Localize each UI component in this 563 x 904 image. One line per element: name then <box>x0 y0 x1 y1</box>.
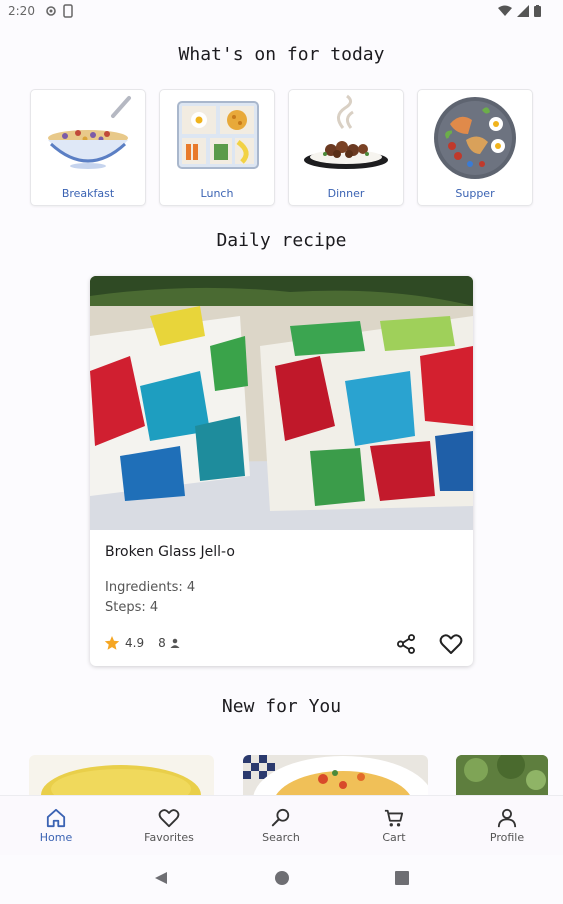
signal-icon <box>517 5 529 17</box>
recipe-image <box>90 276 473 530</box>
cart-icon <box>384 809 404 827</box>
recents-icon[interactable] <box>395 871 409 885</box>
category-label: Breakfast <box>61 187 115 200</box>
breakfast-icon <box>48 96 131 169</box>
nav-cart[interactable]: Cart <box>354 796 434 856</box>
category-label: Supper <box>455 187 495 200</box>
recipe-steps: Steps: 4 <box>105 600 159 615</box>
nav-label: Cart <box>382 831 406 844</box>
nav-label: Search <box>262 831 300 844</box>
new-recipe-image <box>41 765 201 795</box>
system-navigation-bar <box>0 855 563 900</box>
new-recipe-card[interactable] <box>29 755 214 795</box>
share-icon[interactable] <box>395 633 417 655</box>
category-list: Breakfast Lunch Dinner Supper <box>30 89 534 206</box>
heart-icon <box>158 809 180 828</box>
daily-recipe-card[interactable]: Broken Glass Jell-o Ingredients: 4 Steps… <box>90 276 473 666</box>
new-for-you-title: New for You <box>221 696 342 717</box>
category-supper[interactable]: Supper <box>417 89 533 206</box>
person-icon <box>170 638 180 648</box>
new-recipe-image <box>243 755 428 795</box>
status-bar: 2:20 <box>0 0 563 26</box>
category-label: Lunch <box>200 187 234 200</box>
recipe-rating-count: 8 <box>158 636 166 650</box>
new-recipe-image <box>456 755 548 795</box>
recipe-name: Broken Glass Jell-o <box>105 544 235 560</box>
nav-search[interactable]: Search <box>241 796 321 856</box>
cast-icon <box>46 6 56 16</box>
category-dinner[interactable]: Dinner <box>288 89 404 206</box>
star-icon <box>104 636 120 650</box>
dinner-icon <box>304 94 388 169</box>
home-icon <box>46 808 66 828</box>
back-icon[interactable] <box>155 872 167 884</box>
nav-label: Home <box>39 831 73 844</box>
new-recipe-card[interactable] <box>243 755 428 795</box>
status-time: 2:20 <box>8 4 35 18</box>
home-button-icon[interactable] <box>275 871 289 885</box>
new-for-you-list <box>0 755 563 795</box>
lunch-icon <box>177 101 259 169</box>
category-label: Dinner <box>327 187 365 200</box>
supper-icon <box>434 97 516 179</box>
wifi-icon <box>498 5 512 16</box>
profile-icon <box>497 808 517 828</box>
bottom-navigation: Home Favorites Search Cart Profile <box>0 795 563 856</box>
daily-recipe-title: Daily recipe <box>216 230 347 251</box>
recipe-rating: 4.9 <box>125 636 145 650</box>
nav-profile[interactable]: Profile <box>467 796 547 856</box>
today-section-title: What's on for today <box>178 44 385 65</box>
category-breakfast[interactable]: Breakfast <box>30 89 146 206</box>
sim-icon <box>63 4 73 18</box>
new-recipe-card[interactable] <box>456 755 548 795</box>
favorite-heart-icon[interactable] <box>439 632 463 656</box>
search-icon <box>271 808 290 827</box>
status-right-icons <box>498 5 541 17</box>
nav-home[interactable]: Home <box>16 796 96 856</box>
category-lunch[interactable]: Lunch <box>159 89 275 206</box>
notification-icons <box>45 4 75 21</box>
nav-favorites[interactable]: Favorites <box>129 796 209 856</box>
battery-icon <box>534 5 541 17</box>
recipe-ingredients: Ingredients: 4 <box>105 580 196 595</box>
nav-label: Favorites <box>144 831 194 844</box>
recipe-meta: 4.9 8 <box>104 635 181 651</box>
nav-label: Profile <box>489 831 525 844</box>
